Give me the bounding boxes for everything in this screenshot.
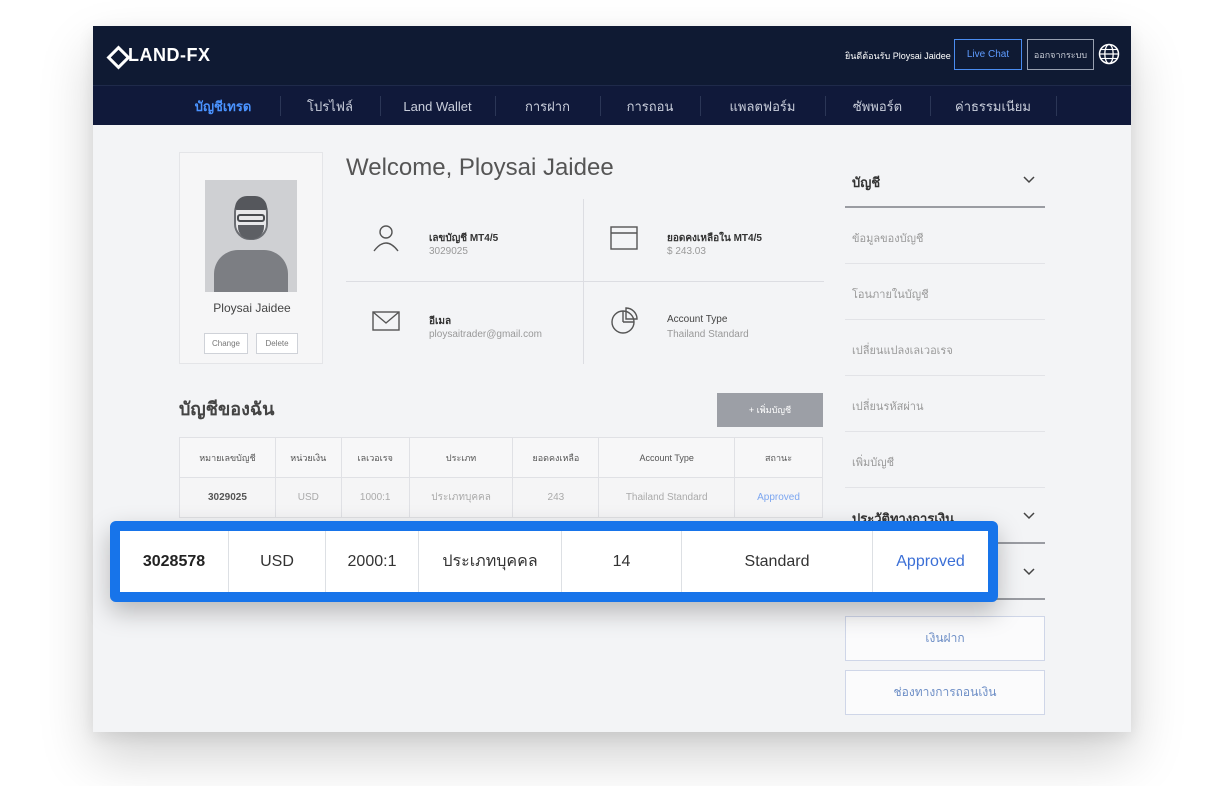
info-account-type: Account Type Thailand Standard — [584, 282, 821, 364]
logout-button[interactable]: ออกจากระบบ — [1027, 39, 1094, 70]
table-header-row: หมายเลขบัญชี หน่วยเงิน เลเวอเรจ ประเภท ย… — [179, 437, 823, 478]
highlight-status[interactable]: Approved — [873, 531, 988, 592]
nav-item-withdraw[interactable]: การถอน — [600, 86, 700, 126]
profile-card: Ploysai Jaidee Change Delete — [179, 152, 323, 364]
nav-item-deposit[interactable]: การฝาก — [495, 86, 600, 126]
column-header: เลเวอเรจ — [340, 437, 410, 478]
profile-name: Ploysai Jaidee — [213, 301, 291, 315]
top-bar: LAND-FX ยินดีต้อนรับ Ploysai Jaidee Live… — [93, 26, 1131, 85]
globe-icon[interactable] — [1098, 43, 1120, 65]
account-type-label: Account Type — [667, 314, 728, 325]
highlight-type: ประเภทบุคคล — [419, 531, 562, 592]
card-icon — [610, 226, 638, 250]
highlighted-account-row[interactable]: 3028578 USD 2000:1 ประเภทบุคคล 14 Standa… — [110, 521, 998, 602]
sidebar-item-add-account[interactable]: เพิ่มบัญชี — [845, 432, 1045, 488]
sidebar-item-change-leverage[interactable]: เปลี่ยนแปลงเลเวอเรจ — [845, 320, 1045, 376]
mail-icon — [372, 311, 400, 331]
balance-label: ยอดคงเหลือใน MT4/5 — [667, 233, 762, 244]
column-header: สถานะ — [734, 437, 823, 478]
sidebar-section-title: บัญชี — [852, 175, 881, 190]
account-type-value: Thailand Standard — [667, 329, 749, 340]
stage: LAND-FX ยินดีต้อนรับ Ploysai Jaidee Live… — [0, 0, 1231, 786]
chevron-down-icon — [1023, 176, 1035, 184]
account-info-grid: เลขบัญชี MT4/5 3029025 ยอดคงเหลือใน MT4/… — [346, 199, 824, 364]
balance-value: $ 243.03 — [667, 246, 706, 257]
change-photo-button[interactable]: Change — [204, 333, 248, 354]
info-email: อีเมล ploysaitrader@gmail.com — [346, 282, 583, 364]
table-row[interactable]: 3029025 USD 1000:1 ประเภทบุคคล 243 Thail… — [179, 477, 823, 518]
status-badge[interactable]: Approved — [734, 477, 823, 518]
highlight-leverage: 2000:1 — [326, 531, 419, 592]
column-header: ประเภท — [408, 437, 514, 478]
nav-item-profile[interactable]: โปรไฟล์ — [280, 86, 380, 126]
highlight-account-number: 3028578 — [120, 531, 229, 592]
deposit-button[interactable]: เงินฝาก — [845, 616, 1045, 661]
sidebar-item-change-password[interactable]: เปลี่ยนรหัสผ่าน — [845, 376, 1045, 432]
sidebar-section-account[interactable]: บัญชี — [845, 152, 1045, 208]
logo-text: LAND-FX — [128, 44, 211, 65]
add-account-button[interactable]: + เพิ่มบัญชี — [717, 393, 823, 427]
sidebar-item-label: เพิ่มบัญชี — [852, 457, 895, 469]
column-header: หมายเลขบัญชี — [179, 437, 276, 478]
account-number-value: 3029025 — [429, 246, 468, 257]
logo[interactable]: LAND-FX — [107, 43, 211, 67]
user-icon — [373, 225, 399, 252]
sidebar-item-label: โอนภายในบัญชี — [852, 289, 929, 301]
column-header: หน่วยเงิน — [274, 437, 342, 478]
cell-account-number: 3029025 — [179, 477, 276, 518]
my-accounts-title: บัญชีของฉัน — [179, 399, 275, 419]
highlight-currency: USD — [229, 531, 326, 592]
sidebar-item-label: ข้อมูลของบัญชี — [852, 233, 924, 245]
page-title: Welcome, Ploysai Jaidee — [346, 154, 614, 181]
withdraw-channel-button[interactable]: ช่องทางการถอนเงิน — [845, 670, 1045, 715]
sidebar-item-account-info[interactable]: ข้อมูลของบัญชี — [845, 208, 1045, 264]
column-header: ยอดคงเหลือ — [512, 437, 600, 478]
email-label: อีเมล — [429, 316, 452, 327]
nav-item-fees[interactable]: ค่าธรรมเนียม — [930, 86, 1056, 126]
account-number-label: เลขบัญชี MT4/5 — [429, 233, 499, 244]
welcome-user-text: ยินดีต้อนรับ Ploysai Jaidee — [845, 51, 951, 61]
avatar — [205, 180, 297, 292]
nav-item-trading-account[interactable]: บัญชีเทรด — [163, 86, 283, 126]
nav-item-platform[interactable]: แพลตฟอร์ม — [700, 86, 825, 126]
email-value: ploysaitrader@gmail.com — [429, 329, 542, 340]
cell-leverage: 1000:1 — [340, 477, 410, 518]
info-account-number: เลขบัญชี MT4/5 3029025 — [346, 199, 583, 281]
highlight-balance: 14 — [562, 531, 682, 592]
info-balance: ยอดคงเหลือใน MT4/5 $ 243.03 — [584, 199, 821, 281]
sidebar-item-internal-transfer[interactable]: โอนภายในบัญชี — [845, 264, 1045, 320]
cell-account-type: Thailand Standard — [598, 477, 736, 518]
app-window: LAND-FX ยินดีต้อนรับ Ploysai Jaidee Live… — [93, 26, 1131, 732]
column-header: Account Type — [598, 437, 736, 478]
cell-type: ประเภทบุคคล — [408, 477, 514, 518]
diamond-logo-icon — [107, 46, 125, 64]
cell-balance: 243 — [512, 477, 600, 518]
sidebar-item-label: เปลี่ยนแปลงเลเวอเรจ — [852, 345, 953, 357]
main-nav: บัญชีเทรด โปรไฟล์ Land Wallet การฝาก การ… — [93, 85, 1131, 125]
chevron-down-icon — [1023, 568, 1035, 576]
delete-photo-button[interactable]: Delete — [256, 333, 298, 354]
pie-chart-icon — [611, 307, 638, 334]
nav-item-support[interactable]: ซัพพอร์ต — [825, 86, 930, 126]
nav-divider — [1056, 96, 1057, 116]
chevron-down-icon — [1023, 512, 1035, 520]
cell-currency: USD — [274, 477, 342, 518]
nav-item-land-wallet[interactable]: Land Wallet — [380, 86, 495, 126]
accounts-table: หมายเลขบัญชี หน่วยเงิน เลเวอเรจ ประเภท ย… — [179, 437, 823, 518]
sidebar-item-label: เปลี่ยนรหัสผ่าน — [852, 401, 924, 413]
live-chat-button[interactable]: Live Chat — [954, 39, 1022, 70]
highlight-account-type: Standard — [682, 531, 873, 592]
